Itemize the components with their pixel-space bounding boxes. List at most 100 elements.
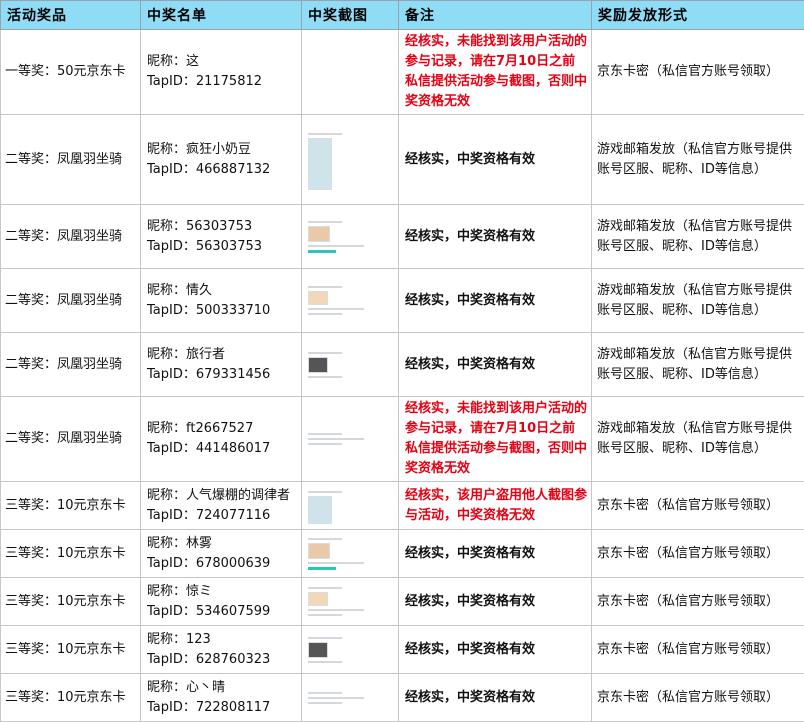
note-cell: 经核实，中奖资格有效 bbox=[399, 674, 592, 722]
table-row: 二等奖：凤凰羽坐骑 昵称：旅行者TapID：679331456 经核实，中奖资格有效… bbox=[1, 333, 804, 397]
header-row: 活动奖品 中奖名单 中奖截图 备注 奖励发放形式 bbox=[1, 1, 804, 30]
note-text: 经核实，中奖资格有效 bbox=[405, 642, 535, 657]
prize-label: 三等奖：10元京东卡 bbox=[5, 690, 126, 705]
screenshot-thumbnail[interactable] bbox=[308, 133, 364, 190]
prize-cell: 二等奖：凤凰羽坐骑 bbox=[1, 205, 141, 269]
nickname: 昵称：旅行者 bbox=[147, 345, 297, 365]
table-row: 二等奖：凤凰羽坐骑昵称：情久TapID：500333710经核实，中奖资格有效游… bbox=[1, 269, 804, 333]
tapid: TapID：679331456 bbox=[147, 365, 297, 385]
screenshot-thumbnail[interactable] bbox=[308, 491, 364, 524]
method-cell: 游戏邮箱发放（私信官方账号提供账号区服、昵称、ID等信息） bbox=[592, 397, 804, 482]
prize-label: 三等奖：10元京东卡 bbox=[5, 498, 126, 513]
screenshot-cell bbox=[302, 397, 399, 482]
tapid: TapID：534607599 bbox=[147, 602, 297, 622]
method-text: 游戏邮箱发放（私信官方账号提供账号区服、昵称、ID等信息） bbox=[597, 283, 792, 318]
note-cell: 经核实，中奖资格有效 bbox=[399, 269, 592, 333]
note-cell: 经核实，中奖资格有效 bbox=[399, 626, 592, 674]
prize-label: 三等奖：10元京东卡 bbox=[5, 642, 126, 657]
note-text: 经核实，未能找到该用户活动的参与记录，请在7月10日之前私信提供活动参与截图，否… bbox=[405, 401, 587, 476]
winner-cell: 昵称：这TapID：21175812 bbox=[141, 30, 302, 115]
note-cell: 经核实，中奖资格有效 bbox=[399, 333, 592, 397]
prize-label: 三等奖：10元京东卡 bbox=[5, 594, 126, 609]
nickname: 昵称：惊ミ bbox=[147, 582, 297, 602]
method-cell: 京东卡密（私信官方账号领取） bbox=[592, 626, 804, 674]
prize-cell: 三等奖：10元京东卡 bbox=[1, 530, 141, 578]
screenshot-cell bbox=[302, 626, 399, 674]
prize-label: 二等奖：凤凰羽坐骑 bbox=[5, 357, 122, 372]
method-cell: 京东卡密（私信官方账号领取） bbox=[592, 482, 804, 530]
table-row: 三等奖：10元京东卡 昵称：惊ミTapID：534607599 经核实，中奖资格有效… bbox=[1, 578, 804, 626]
method-text: 京东卡密（私信官方账号领取） bbox=[597, 594, 779, 609]
screenshot-thumbnail[interactable] bbox=[308, 637, 364, 663]
screenshot-thumbnail[interactable] bbox=[308, 221, 364, 253]
method-text: 京东卡密（私信官方账号领取） bbox=[597, 642, 779, 657]
prize-cell: 二等奖：凤凰羽坐骑 bbox=[1, 269, 141, 333]
method-cell: 游戏邮箱发放（私信官方账号提供账号区服、昵称、ID等信息） bbox=[592, 205, 804, 269]
note-text: 经核实，中奖资格有效 bbox=[405, 357, 535, 372]
method-cell: 游戏邮箱发放（私信官方账号提供账号区服、昵称、ID等信息） bbox=[592, 115, 804, 205]
tapid: TapID：724077116 bbox=[147, 506, 297, 526]
screenshot-thumbnail[interactable] bbox=[308, 538, 364, 570]
winner-cell: 昵称：林雾TapID：678000639 bbox=[141, 530, 302, 578]
screenshot-cell bbox=[302, 333, 399, 397]
prize-label: 二等奖：凤凰羽坐骑 bbox=[5, 293, 122, 308]
method-cell: 游戏邮箱发放（私信官方账号提供账号区服、昵称、ID等信息） bbox=[592, 333, 804, 397]
screenshot-thumbnail[interactable] bbox=[308, 587, 364, 616]
header-note: 备注 bbox=[399, 1, 592, 30]
table-row: 二等奖：凤凰羽坐骑昵称：疯狂小奶豆TapID：466887132经核实，中奖资格… bbox=[1, 115, 804, 205]
method-cell: 京东卡密（私信官方账号领取） bbox=[592, 674, 804, 722]
method-text: 京东卡密（私信官方账号领取） bbox=[597, 690, 779, 705]
method-cell: 京东卡密（私信官方账号领取） bbox=[592, 578, 804, 626]
table-row: 三等奖：10元京东卡昵称：心丶晴TapID：722808117经核实，中奖资格有… bbox=[1, 674, 804, 722]
nickname: 昵称：123 bbox=[147, 630, 297, 650]
prize-cell: 三等奖：10元京东卡 bbox=[1, 626, 141, 674]
note-text: 经核实，中奖资格有效 bbox=[405, 594, 535, 609]
method-cell: 京东卡密（私信官方账号领取） bbox=[592, 30, 804, 115]
nickname: 昵称：人气爆棚的调律者 bbox=[147, 486, 297, 506]
method-text: 京东卡密（私信官方账号领取） bbox=[597, 498, 779, 513]
winner-cell: 昵称：旅行者TapID：679331456 bbox=[141, 333, 302, 397]
nickname: 昵称：林雾 bbox=[147, 534, 297, 554]
screenshot-thumbnail[interactable] bbox=[308, 433, 364, 445]
method-text: 游戏邮箱发放（私信官方账号提供账号区服、昵称、ID等信息） bbox=[597, 219, 792, 254]
table-row: 三等奖：10元京东卡昵称：123TapID：628760323经核实，中奖资格有… bbox=[1, 626, 804, 674]
prize-cell: 二等奖：凤凰羽坐骑 bbox=[1, 333, 141, 397]
table-row: 一等奖：50元京东卡昵称：这TapID：21175812 经核实，未能找到该用户活… bbox=[1, 30, 804, 115]
winners-table: 活动奖品 中奖名单 中奖截图 备注 奖励发放形式 一等奖：50元京东卡昵称：这T… bbox=[0, 0, 804, 722]
tapid: TapID：21175812 bbox=[147, 72, 297, 92]
screenshot-thumbnail[interactable] bbox=[308, 692, 364, 704]
method-cell: 游戏邮箱发放（私信官方账号提供账号区服、昵称、ID等信息） bbox=[592, 269, 804, 333]
screenshot-cell bbox=[302, 674, 399, 722]
note-cell: 经核实，中奖资格有效 bbox=[399, 115, 592, 205]
winner-cell: 昵称：56303753TapID：56303753 bbox=[141, 205, 302, 269]
method-cell: 京东卡密（私信官方账号领取） bbox=[592, 530, 804, 578]
screenshot-thumbnail[interactable] bbox=[308, 286, 364, 315]
prize-label: 一等奖：50元京东卡 bbox=[5, 64, 126, 79]
table-row: 三等奖：10元京东卡昵称：人气爆棚的调律者TapID：724077116经核实，… bbox=[1, 482, 804, 530]
prize-cell: 三等奖：10元京东卡 bbox=[1, 578, 141, 626]
screenshot-cell bbox=[302, 205, 399, 269]
note-text: 经核实，中奖资格有效 bbox=[405, 690, 535, 705]
tapid: TapID：722808117 bbox=[147, 698, 297, 718]
nickname: 昵称：心丶晴 bbox=[147, 678, 297, 698]
winner-cell: 昵称：人气爆棚的调律者TapID：724077116 bbox=[141, 482, 302, 530]
winner-cell: 昵称：ft2667527TapID：441486017 bbox=[141, 397, 302, 482]
note-cell: 经核实，中奖资格有效 bbox=[399, 530, 592, 578]
note-cell: 经核实，未能找到该用户活动的参与记录，请在7月10日之前私信提供活动参与截图，否… bbox=[399, 397, 592, 482]
tapid: TapID：628760323 bbox=[147, 650, 297, 670]
table-row: 二等奖：凤凰羽坐骑昵称：56303753TapID：56303753 经核实，中奖… bbox=[1, 205, 804, 269]
header-winner: 中奖名单 bbox=[141, 1, 302, 30]
note-text: 经核实，中奖资格有效 bbox=[405, 546, 535, 561]
method-text: 游戏邮箱发放（私信官方账号提供账号区服、昵称、ID等信息） bbox=[597, 421, 792, 456]
screenshot-thumbnail[interactable] bbox=[308, 352, 364, 378]
screenshot-cell bbox=[302, 578, 399, 626]
method-text: 游戏邮箱发放（私信官方账号提供账号区服、昵称、ID等信息） bbox=[597, 347, 792, 382]
winner-cell: 昵称：心丶晴TapID：722808117 bbox=[141, 674, 302, 722]
prize-cell: 二等奖：凤凰羽坐骑 bbox=[1, 115, 141, 205]
header-screenshot: 中奖截图 bbox=[302, 1, 399, 30]
nickname: 昵称：情久 bbox=[147, 281, 297, 301]
winner-cell: 昵称：123TapID：628760323 bbox=[141, 626, 302, 674]
note-text: 经核实，未能找到该用户活动的参与记录，请在7月10日之前私信提供活动参与截图，否… bbox=[405, 34, 587, 109]
tapid: TapID：56303753 bbox=[147, 237, 297, 257]
note-cell: 经核实，中奖资格有效 bbox=[399, 205, 592, 269]
